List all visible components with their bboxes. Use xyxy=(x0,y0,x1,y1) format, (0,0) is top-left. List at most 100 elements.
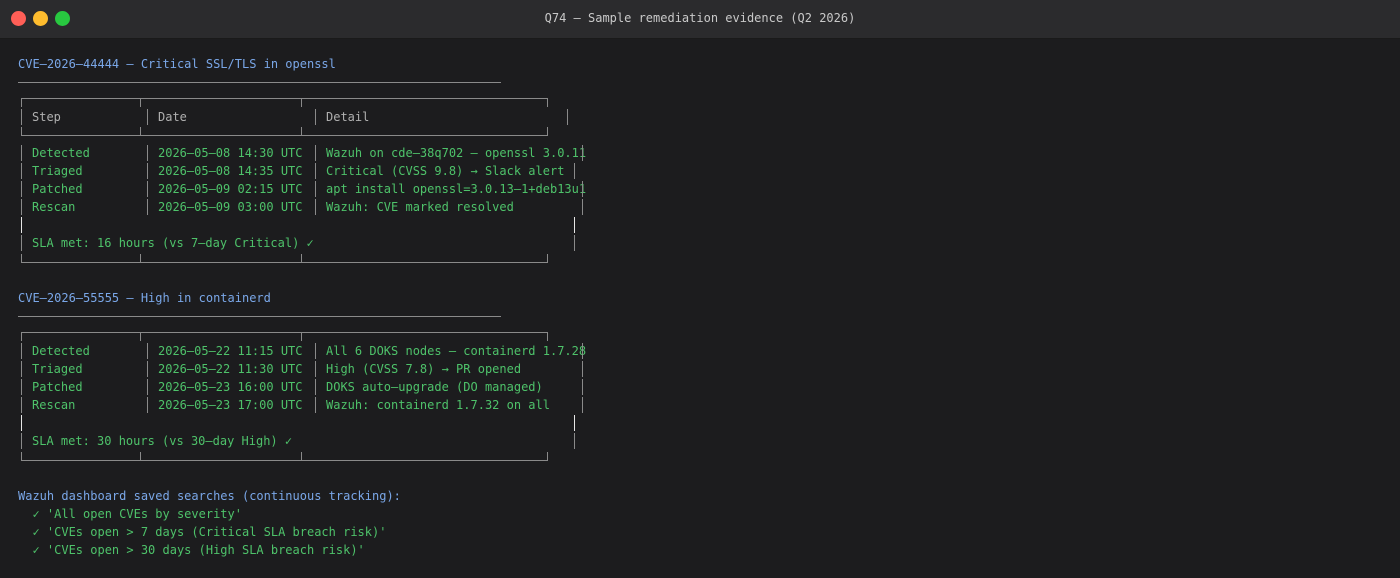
cursor-mark xyxy=(21,217,22,233)
border-bar xyxy=(567,109,568,125)
cursor-mark xyxy=(574,415,575,431)
table-cell-detail: Wazuh: containerd 1.7.32 on all xyxy=(326,398,550,412)
border-tick xyxy=(547,98,548,107)
border-bar xyxy=(315,343,316,359)
table-cell-step: Patched xyxy=(32,182,83,196)
border-bar xyxy=(21,199,22,215)
table-cell-date: 2026–05–08 14:30 UTC xyxy=(158,146,303,160)
border-bar xyxy=(147,109,148,125)
border-bar xyxy=(21,361,22,377)
table-cell-detail: High (CVSS 7.8) → PR opened xyxy=(326,362,522,376)
border-bar xyxy=(21,343,22,359)
header-step: Step xyxy=(32,110,61,124)
border-bar xyxy=(315,379,316,395)
table-cell-step: Rescan xyxy=(32,398,76,412)
border-bar xyxy=(582,361,583,377)
table-cell-detail: Wazuh on cde–38q702 — openssl 3.0.11 xyxy=(326,146,587,160)
border-bar xyxy=(147,343,148,359)
cve2-heading-rule xyxy=(18,316,501,317)
table-bottom-border xyxy=(21,262,547,263)
table-cell-step: Detected xyxy=(32,146,90,160)
border-bar xyxy=(21,163,22,179)
table-cell-date: 2026–05–09 02:15 UTC xyxy=(158,182,303,196)
border-bar xyxy=(582,145,583,161)
table-cell-date: 2026–05–23 17:00 UTC xyxy=(158,398,303,412)
terminal-output[interactable]: CVE–2026–44444 — Critical SSL/TLS in ope… xyxy=(0,39,1400,578)
border-bar xyxy=(582,379,583,395)
cursor-mark xyxy=(574,217,575,233)
border-bar xyxy=(147,181,148,197)
table-cell-detail: All 6 DOKS nodes — containerd 1.7.28 xyxy=(326,344,587,358)
border-bar xyxy=(147,163,148,179)
header-detail: Detail xyxy=(326,110,370,124)
cve2-heading: CVE–2026–55555 — High in containerd xyxy=(18,291,271,305)
saved-search-item: ✓ 'CVEs open > 7 days (Critical SLA brea… xyxy=(18,525,387,539)
border-bar xyxy=(315,109,316,125)
border-tick xyxy=(21,332,22,341)
table-cell-date: 2026–05–09 03:00 UTC xyxy=(158,200,303,214)
table-cell-date: 2026–05–22 11:15 UTC xyxy=(158,344,303,358)
table-cell-detail: apt install openssl=3.0.13–1+deb13u1 xyxy=(326,182,587,196)
border-tick xyxy=(140,98,141,107)
table-cell-step: Rescan xyxy=(32,200,76,214)
border-tick xyxy=(547,254,548,263)
cve1-heading: CVE–2026–44444 — Critical SSL/TLS in ope… xyxy=(18,57,336,71)
window-title: Q74 — Sample remediation evidence (Q2 20… xyxy=(544,11,856,25)
saved-search-item: ✓ 'CVEs open > 30 days (High SLA breach … xyxy=(18,543,365,557)
table-top-border xyxy=(21,332,547,333)
table-cell-step: Triaged xyxy=(32,362,83,376)
border-tick xyxy=(301,98,302,107)
border-bar xyxy=(21,433,22,449)
sla-status: SLA met: 30 hours (vs 30–day High) ✓ xyxy=(32,434,293,448)
border-bar xyxy=(147,199,148,215)
border-bar xyxy=(315,199,316,215)
border-tick xyxy=(21,98,22,107)
border-bar xyxy=(21,379,22,395)
sla-status: SLA met: 16 hours (vs 7–day Critical) ✓ xyxy=(32,236,314,250)
border-bar xyxy=(574,433,575,449)
table-cell-date: 2026–05–08 14:35 UTC xyxy=(158,164,303,178)
table-cell-detail: DOKS auto–upgrade (DO managed) xyxy=(326,380,543,394)
table-cell-step: Patched xyxy=(32,380,83,394)
border-bar xyxy=(147,379,148,395)
header-separator xyxy=(21,135,547,136)
table-top-border xyxy=(21,98,547,99)
table-cell-detail: Wazuh: CVE marked resolved xyxy=(326,200,514,214)
border-bar xyxy=(582,343,583,359)
border-bar xyxy=(21,109,22,125)
border-bar xyxy=(574,163,575,179)
border-bar xyxy=(21,397,22,413)
border-bar xyxy=(582,397,583,413)
table-cell-detail: Critical (CVSS 9.8) → Slack alert xyxy=(326,164,565,178)
border-tick xyxy=(140,332,141,341)
table-cell-date: 2026–05–22 11:30 UTC xyxy=(158,362,303,376)
table-cell-step: Detected xyxy=(32,344,90,358)
table-bottom-border xyxy=(21,460,547,461)
border-bar xyxy=(574,235,575,251)
table-cell-step: Triaged xyxy=(32,164,83,178)
border-bar xyxy=(21,145,22,161)
border-bar xyxy=(147,361,148,377)
border-bar xyxy=(315,145,316,161)
cursor-mark xyxy=(21,415,22,431)
border-tick xyxy=(547,127,548,136)
border-bar xyxy=(315,361,316,377)
header-date: Date xyxy=(158,110,187,124)
border-bar xyxy=(315,181,316,197)
border-bar xyxy=(315,397,316,413)
border-bar xyxy=(21,235,22,251)
border-tick xyxy=(547,452,548,461)
saved-search-item: ✓ 'All open CVEs by severity' xyxy=(18,507,242,521)
border-bar xyxy=(582,181,583,197)
saved-searches-heading: Wazuh dashboard saved searches (continuo… xyxy=(18,489,401,503)
border-tick xyxy=(547,332,548,341)
border-bar xyxy=(147,145,148,161)
window-titlebar: Q74 — Sample remediation evidence (Q2 20… xyxy=(0,0,1400,39)
border-bar xyxy=(315,163,316,179)
border-bar xyxy=(21,181,22,197)
border-bar xyxy=(147,397,148,413)
cve1-heading-rule xyxy=(18,82,501,83)
border-bar xyxy=(582,199,583,215)
table-cell-date: 2026–05–23 16:00 UTC xyxy=(158,380,303,394)
border-tick xyxy=(301,332,302,341)
